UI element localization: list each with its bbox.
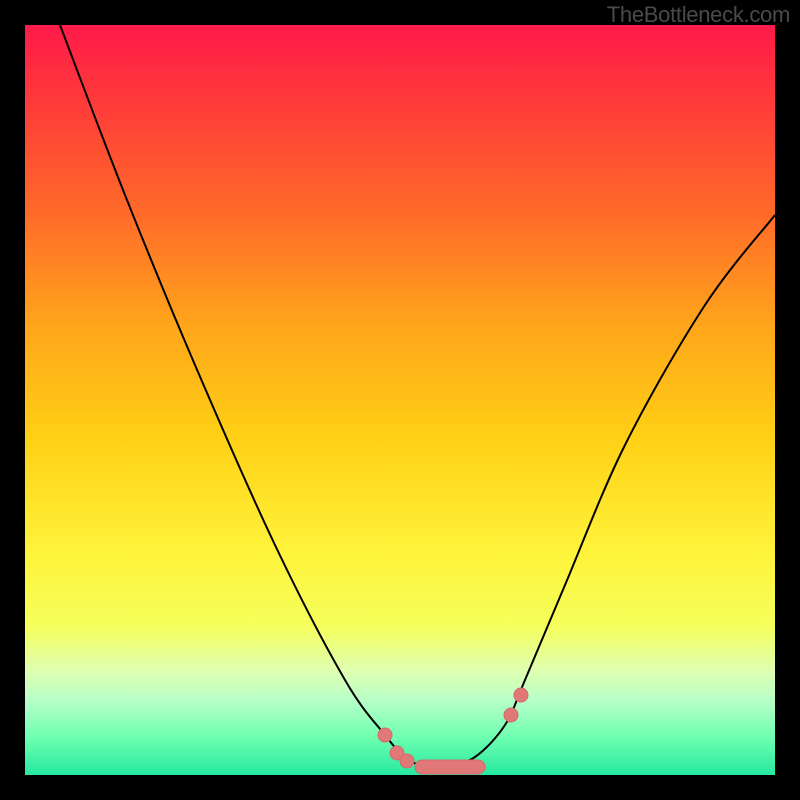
curve-svg [25, 25, 775, 775]
valley-flat-segment [415, 760, 485, 774]
valley-marker-dot [400, 754, 414, 768]
chart-container: TheBottleneck.com [0, 0, 800, 800]
bottleneck-curve [60, 25, 775, 768]
valley-marker-dot [378, 728, 392, 742]
valley-markers [378, 688, 528, 774]
curve-path [60, 25, 775, 768]
valley-marker-dot [514, 688, 528, 702]
valley-marker-dot [504, 708, 518, 722]
plot-area [25, 25, 775, 775]
